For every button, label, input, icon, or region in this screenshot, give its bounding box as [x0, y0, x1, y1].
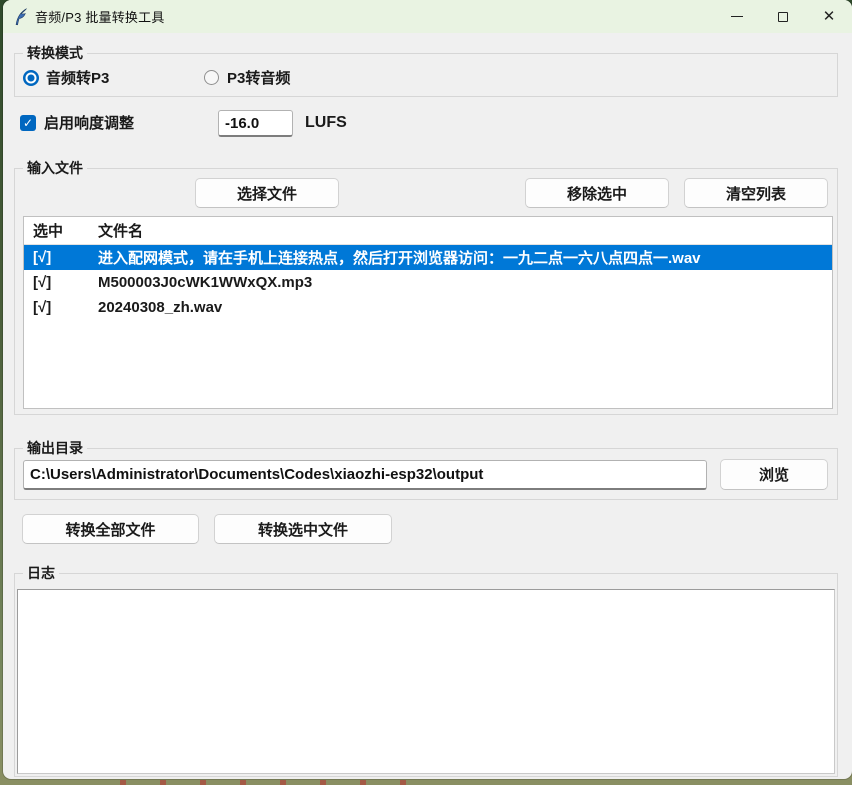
table-row[interactable]: [√] 进入配网模式，请在手机上连接热点，然后打开浏览器访问：一九二点一六八点四…	[24, 245, 832, 270]
minimize-icon	[731, 16, 743, 17]
log-group: 日志	[14, 573, 838, 777]
feather-icon	[14, 8, 28, 26]
lufs-unit-label: LUFS	[305, 114, 347, 132]
clear-list-button[interactable]: 清空列表	[684, 178, 828, 208]
lufs-input[interactable]	[218, 110, 293, 137]
row-checked-cell: [√]	[24, 249, 98, 266]
row-checked-cell: [√]	[24, 299, 98, 316]
output-directory-group: 输出目录 浏览	[14, 448, 838, 500]
input-files-group: 输入文件 选择文件 移除选中 清空列表 选中 文件名 [√] 进入配网模式，请在…	[14, 168, 838, 415]
file-table-header: 选中 文件名	[24, 217, 832, 245]
browse-button[interactable]: 浏览	[720, 459, 828, 490]
radio-off-icon	[204, 70, 219, 85]
convert-all-button[interactable]: 转换全部文件	[22, 514, 199, 544]
file-table[interactable]: 选中 文件名 [√] 进入配网模式，请在手机上连接热点，然后打开浏览器访问：一九…	[23, 216, 833, 409]
loudness-checkbox-label: 启用响度调整	[44, 112, 134, 133]
mode-group: 转换模式 音频转P3 P3转音频	[14, 53, 838, 97]
window-controls: ✕	[714, 0, 852, 33]
close-button[interactable]: ✕	[806, 0, 852, 33]
radio-p3-to-audio[interactable]: P3转音频	[204, 67, 290, 88]
window-title: 音频/P3 批量转换工具	[35, 7, 165, 26]
row-checked-cell: [√]	[24, 274, 98, 291]
remove-selected-button[interactable]: 移除选中	[525, 178, 669, 208]
convert-selected-button[interactable]: 转换选中文件	[214, 514, 392, 544]
mode-group-title: 转换模式	[23, 44, 87, 62]
input-files-group-title: 输入文件	[23, 159, 87, 177]
output-path-input[interactable]	[23, 460, 707, 490]
maximize-button[interactable]	[760, 0, 806, 33]
row-filename-cell: 进入配网模式，请在手机上连接热点，然后打开浏览器访问：一九二点一六八点四点一.w…	[98, 247, 832, 268]
row-filename-cell: M500003J0cWK1WWxQX.mp3	[98, 274, 832, 291]
loudness-checkbox[interactable]: ✓ 启用响度调整	[20, 112, 134, 133]
table-row[interactable]: [√] M500003J0cWK1WWxQX.mp3	[24, 270, 832, 295]
titlebar: 音频/P3 批量转换工具 ✕	[3, 0, 852, 33]
header-checked-column: 选中	[24, 220, 98, 241]
checkbox-checked-icon: ✓	[20, 115, 36, 131]
select-files-button[interactable]: 选择文件	[195, 178, 339, 208]
log-group-title: 日志	[23, 564, 59, 582]
output-directory-group-title: 输出目录	[23, 439, 87, 457]
desktop-wallpaper	[120, 780, 420, 785]
minimize-button[interactable]	[714, 0, 760, 33]
radio-audio-to-p3-label: 音频转P3	[46, 67, 109, 88]
app-window: 音频/P3 批量转换工具 ✕ 转换模式 音频转P3 P3转音频 ✓ 启用响度调整…	[3, 0, 852, 779]
maximize-icon	[778, 12, 788, 22]
close-icon: ✕	[823, 9, 836, 24]
radio-on-icon	[23, 70, 39, 86]
radio-p3-to-audio-label: P3转音频	[227, 67, 290, 88]
header-filename-column: 文件名	[98, 220, 832, 241]
radio-audio-to-p3[interactable]: 音频转P3	[23, 67, 109, 88]
log-textarea[interactable]	[17, 589, 835, 774]
table-row[interactable]: [√] 20240308_zh.wav	[24, 295, 832, 320]
row-filename-cell: 20240308_zh.wav	[98, 299, 832, 316]
